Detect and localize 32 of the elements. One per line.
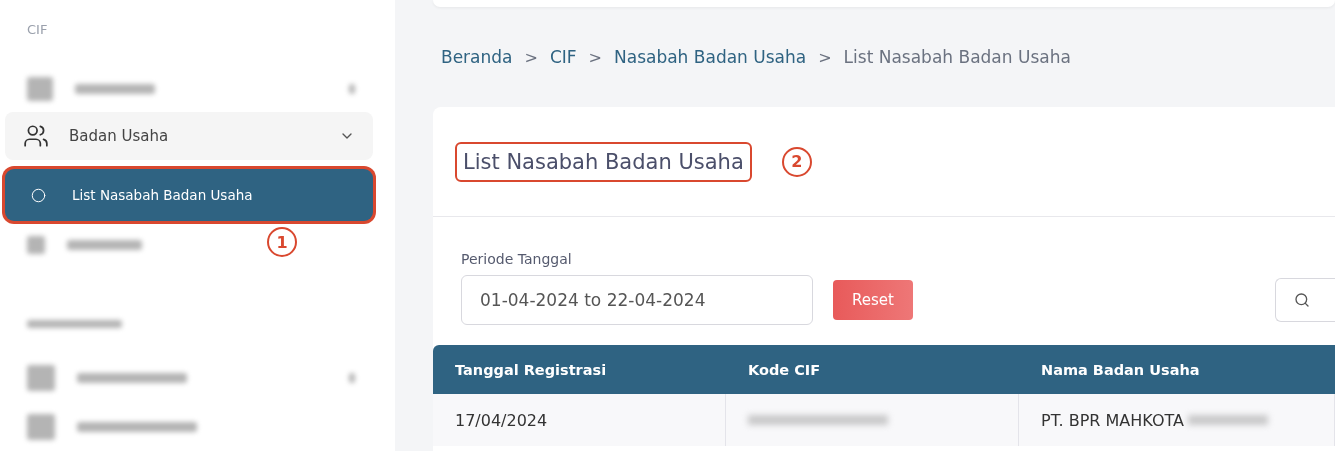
menu-label: Badan Usaha (69, 126, 170, 145)
column-header: Kode CIF (726, 345, 1019, 394)
search-icon (1294, 292, 1310, 308)
breadcrumb-separator: > (818, 47, 832, 67)
breadcrumb-link[interactable]: Beranda (441, 47, 513, 67)
callout-marker: 2 (781, 146, 812, 177)
blurred-icon (27, 413, 55, 440)
submenu-item[interactable]: List Nasabah Badan Usaha (5, 169, 373, 221)
column-header: Tanggal Registrasi (433, 345, 726, 394)
field-label: Periode Tanggal (461, 251, 573, 267)
cell-text: PT. BPR MAHKOTA (1041, 410, 1184, 430)
blurred-icon (27, 365, 55, 392)
reset-button[interactable]: Reset (833, 280, 913, 320)
menu-group[interactable]: Badan Usaha (5, 111, 373, 160)
breadcrumb-separator: > (588, 47, 602, 67)
callout-marker: 1 (267, 227, 297, 257)
blurred-icon (27, 77, 53, 102)
breadcrumb-link[interactable]: CIF (549, 47, 577, 67)
blurred-icon (349, 84, 355, 95)
breadcrumb-separator: > (524, 47, 538, 67)
circle-icon (31, 187, 46, 203)
breadcrumb-current: List Nasabah Badan Usaha (843, 47, 1071, 67)
date-range-field[interactable]: 01-04-2024 to 22-04-2024 (461, 275, 813, 325)
blurred-icon (27, 236, 45, 255)
column-header: Nama Badan Usaha (1019, 345, 1335, 394)
users-icon (23, 122, 49, 149)
breadcrumb-link[interactable]: Nasabah Badan Usaha (614, 47, 807, 67)
search-button[interactable] (1275, 278, 1335, 322)
section-label: CIF (26, 22, 49, 37)
cell-text: 17/04/2024 (455, 410, 548, 430)
page-title: List Nasabah Badan Usaha (455, 141, 752, 182)
blurred-icon (349, 373, 355, 384)
